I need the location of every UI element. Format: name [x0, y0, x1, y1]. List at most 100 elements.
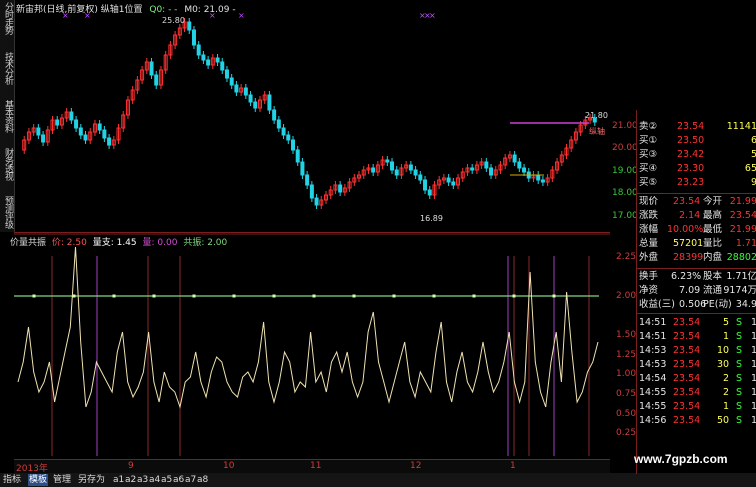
- tick-row: 14:55 23.54 1 S 1: [639, 401, 756, 412]
- candle-body: [149, 61, 154, 76]
- candle-body: [423, 179, 428, 191]
- candle-body: [536, 174, 541, 181]
- divider: [636, 313, 756, 314]
- candle-body: [206, 59, 211, 66]
- date-label: 12: [410, 461, 422, 471]
- bottom-tab-bar: 指标 模板 管理 另存为 a1 a2 a3 a4 a5 a6 a7 a8: [0, 473, 756, 487]
- candle-body: [517, 161, 522, 169]
- candlestick-chart[interactable]: × × × × ×××: [14, 0, 610, 233]
- resonance-dot: [352, 294, 356, 298]
- tab-intraday[interactable]: 分时走势: [1, 2, 13, 34]
- order-row: 卖② 23.54 11141: [639, 121, 756, 132]
- axis-label: 19.00: [612, 166, 638, 176]
- indicator-name: 价量共振: [10, 238, 47, 248]
- candle-body: [470, 167, 475, 171]
- signal-marker: ×: [429, 11, 436, 20]
- candle-body: [484, 161, 489, 169]
- axis-label: 2.00: [616, 291, 637, 301]
- candle-body: [371, 167, 376, 173]
- extra-row: 收益(三) 0.506 PE(动) 34.9: [639, 299, 756, 310]
- resonance-dot: [472, 294, 476, 298]
- candle-body: [276, 119, 281, 129]
- stat-row: 外盘 28399 内盘 28802: [639, 252, 756, 263]
- resonance-dot: [72, 294, 76, 298]
- axis-tag: 纵轴: [589, 127, 605, 136]
- resonance-dot: [312, 294, 316, 298]
- signal-marker: ×: [238, 11, 245, 20]
- candle-body: [385, 159, 390, 163]
- indicator-title: 价量共振 价: 2.50 量支: 1.45 量: 0.00 共振: 2.00: [10, 235, 227, 248]
- axis-label: 0.50: [616, 409, 637, 419]
- candle-body: [394, 169, 399, 176]
- divider: [636, 193, 756, 194]
- resonance-dot: [152, 294, 156, 298]
- candle-body: [215, 57, 220, 63]
- tab-fundamentals[interactable]: 基本资料: [1, 100, 13, 132]
- axis-label: 21.00: [612, 121, 638, 131]
- tab-indicator[interactable]: 指标: [2, 474, 22, 486]
- resonance-dot: [192, 294, 196, 298]
- date-label: 9: [128, 461, 134, 471]
- candle-body: [295, 149, 300, 163]
- axis-label: 1.50: [616, 330, 637, 340]
- divider: [636, 268, 756, 269]
- extra-row: 净资 7.09 流通 9174万: [639, 285, 756, 296]
- candle-body: [36, 127, 41, 136]
- axis-label: 20.00: [612, 143, 638, 153]
- m0-value: M0: 21.09 -: [184, 5, 236, 15]
- candle-body: [196, 44, 201, 56]
- tab-template[interactable]: 模板: [28, 474, 49, 486]
- axis-label: 0.75: [616, 389, 637, 399]
- tick-row: 14:56 23.54 50 S 1: [639, 415, 756, 426]
- axis-label: 17.00: [612, 211, 638, 221]
- order-row: 买⑤ 23.23 9: [639, 177, 756, 188]
- resonance-dot: [232, 294, 236, 298]
- tick-row: 14:51 23.54 1 S 1: [639, 331, 756, 342]
- candle-body: [41, 134, 46, 143]
- candle-body: [102, 129, 107, 139]
- tab-rating[interactable]: 预测评级: [1, 196, 13, 228]
- candle-body: [83, 134, 88, 141]
- tick-row: 14:51 23.54 5 S 1: [639, 317, 756, 328]
- indicator-amount: 量: 0.00: [142, 238, 178, 248]
- resonance-dot: [32, 294, 36, 298]
- candle-body: [300, 161, 305, 176]
- tab-technical[interactable]: 技术分析: [1, 52, 13, 84]
- candle-body: [290, 139, 295, 151]
- tab-financials[interactable]: 财务透视: [1, 148, 13, 180]
- stat-row: 涨幅 10.00% 最低 21.99: [639, 224, 756, 235]
- candle-body: [314, 197, 319, 206]
- tab-manage[interactable]: 管理: [52, 474, 72, 486]
- left-tab-bar: 分时走势 技术分析 基本资料 财务透视 预测评级: [0, 0, 15, 232]
- axis-mode: 纵轴1位置: [100, 5, 143, 15]
- candle-body: [309, 184, 314, 199]
- axis-label: 18.00: [612, 188, 638, 198]
- resonance-dot: [272, 294, 276, 298]
- candle-body: [408, 164, 413, 171]
- candle-body: [413, 169, 418, 176]
- candle-body: [224, 69, 229, 79]
- candle-body: [512, 154, 517, 163]
- indicator-axis: 2.25 2.00 1.50 1.25 1.00 0.75 0.50 0.25: [616, 232, 638, 456]
- tab-save-as[interactable]: 另存为: [77, 474, 106, 486]
- candle-body: [272, 109, 277, 121]
- stat-row: 现价 23.54 今开 21.99: [639, 196, 756, 207]
- order-row: 买③ 23.42 5: [639, 149, 756, 160]
- tab-a8[interactable]: a8: [196, 474, 209, 486]
- order-row: 买① 23.50 6: [639, 135, 756, 146]
- candle-body: [281, 127, 286, 136]
- candle-body: [243, 87, 248, 96]
- axis-label: 1.25: [616, 350, 637, 360]
- indicator-chart[interactable]: [14, 232, 610, 456]
- candle-body: [229, 77, 234, 86]
- candle-body: [201, 54, 206, 61]
- resonance-dot: [552, 294, 556, 298]
- candle-body: [253, 101, 258, 109]
- candle-body: [427, 189, 432, 196]
- price-axis: 21.00 20.00 19.00 18.00 17.00: [610, 0, 638, 232]
- indicator-resonance: 共振: 2.00: [183, 238, 228, 248]
- stock-name: 新宙邦(日线,前复权): [16, 5, 98, 15]
- stat-row: 总量 57201 量比 1.71: [639, 238, 756, 249]
- candle-body: [55, 119, 60, 126]
- candle-body: [74, 119, 79, 129]
